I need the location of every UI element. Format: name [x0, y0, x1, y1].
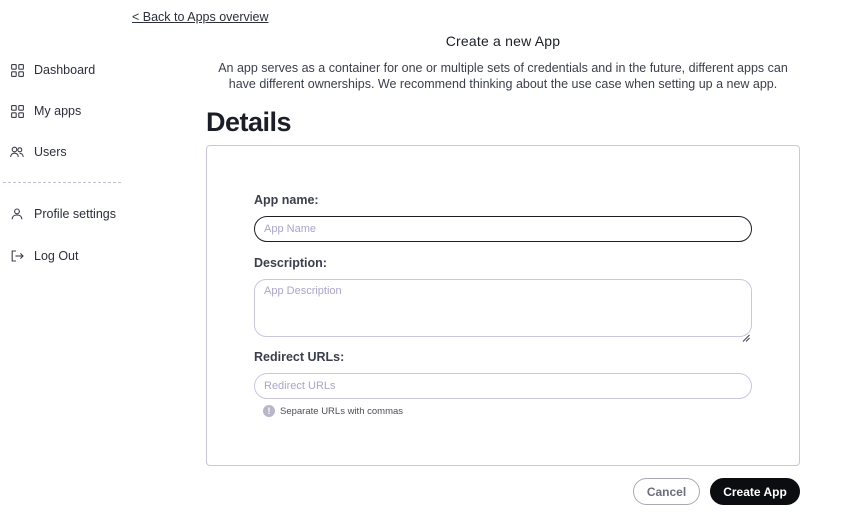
back-to-apps-link[interactable]: < Back to Apps overview [132, 10, 269, 24]
sidebar-item-my-apps[interactable]: My apps [10, 101, 81, 121]
page-title: Create a new App [445, 33, 561, 49]
sidebar-item-dashboard[interactable]: Dashboard [10, 60, 95, 80]
sidebar-item-label: My apps [34, 104, 82, 118]
sidebar-item-profile-settings[interactable]: Profile settings [10, 204, 116, 224]
sidebar-divider [3, 182, 121, 183]
app-name-input[interactable] [254, 216, 752, 242]
section-heading: Details [206, 107, 292, 137]
cancel-button[interactable]: Cancel [633, 478, 700, 505]
user-icon [10, 207, 24, 221]
grid-icon [10, 63, 24, 77]
description-textarea[interactable] [254, 279, 752, 337]
sidebar-item-users[interactable]: Users [10, 142, 67, 162]
redirect-urls-input[interactable] [254, 373, 752, 399]
description-label: Description: [254, 256, 327, 270]
redirect-urls-hint: ! Separate URLs with commas [263, 405, 403, 417]
info-icon: ! [263, 405, 275, 417]
sidebar-item-label: Profile settings [34, 207, 116, 221]
grid-icon [10, 104, 24, 118]
hint-text: Separate URLs with commas [280, 405, 404, 417]
app-name-label: App name: [254, 193, 319, 207]
sidebar-item-label: Log Out [34, 249, 79, 263]
redirect-urls-label: Redirect URLs: [254, 350, 345, 364]
sidebar-item-label: Users [34, 145, 67, 159]
sidebar-item-log-out[interactable]: Log Out [10, 246, 78, 266]
resize-grip-icon[interactable] [742, 327, 750, 342]
logout-icon [10, 249, 24, 263]
page: Dashboard My apps Users Profile settings [0, 0, 845, 519]
intro-line: An app serves as a container for one or … [218, 61, 788, 75]
create-app-button[interactable]: Create App [710, 478, 800, 505]
page-intro: An app serves as a container for one or … [206, 61, 800, 92]
sidebar-item-label: Dashboard [34, 63, 96, 77]
sidebar: Dashboard My apps Users Profile settings [0, 0, 122, 519]
intro-line: have different ownerships. We recommend … [228, 76, 778, 91]
users-icon [10, 145, 24, 159]
